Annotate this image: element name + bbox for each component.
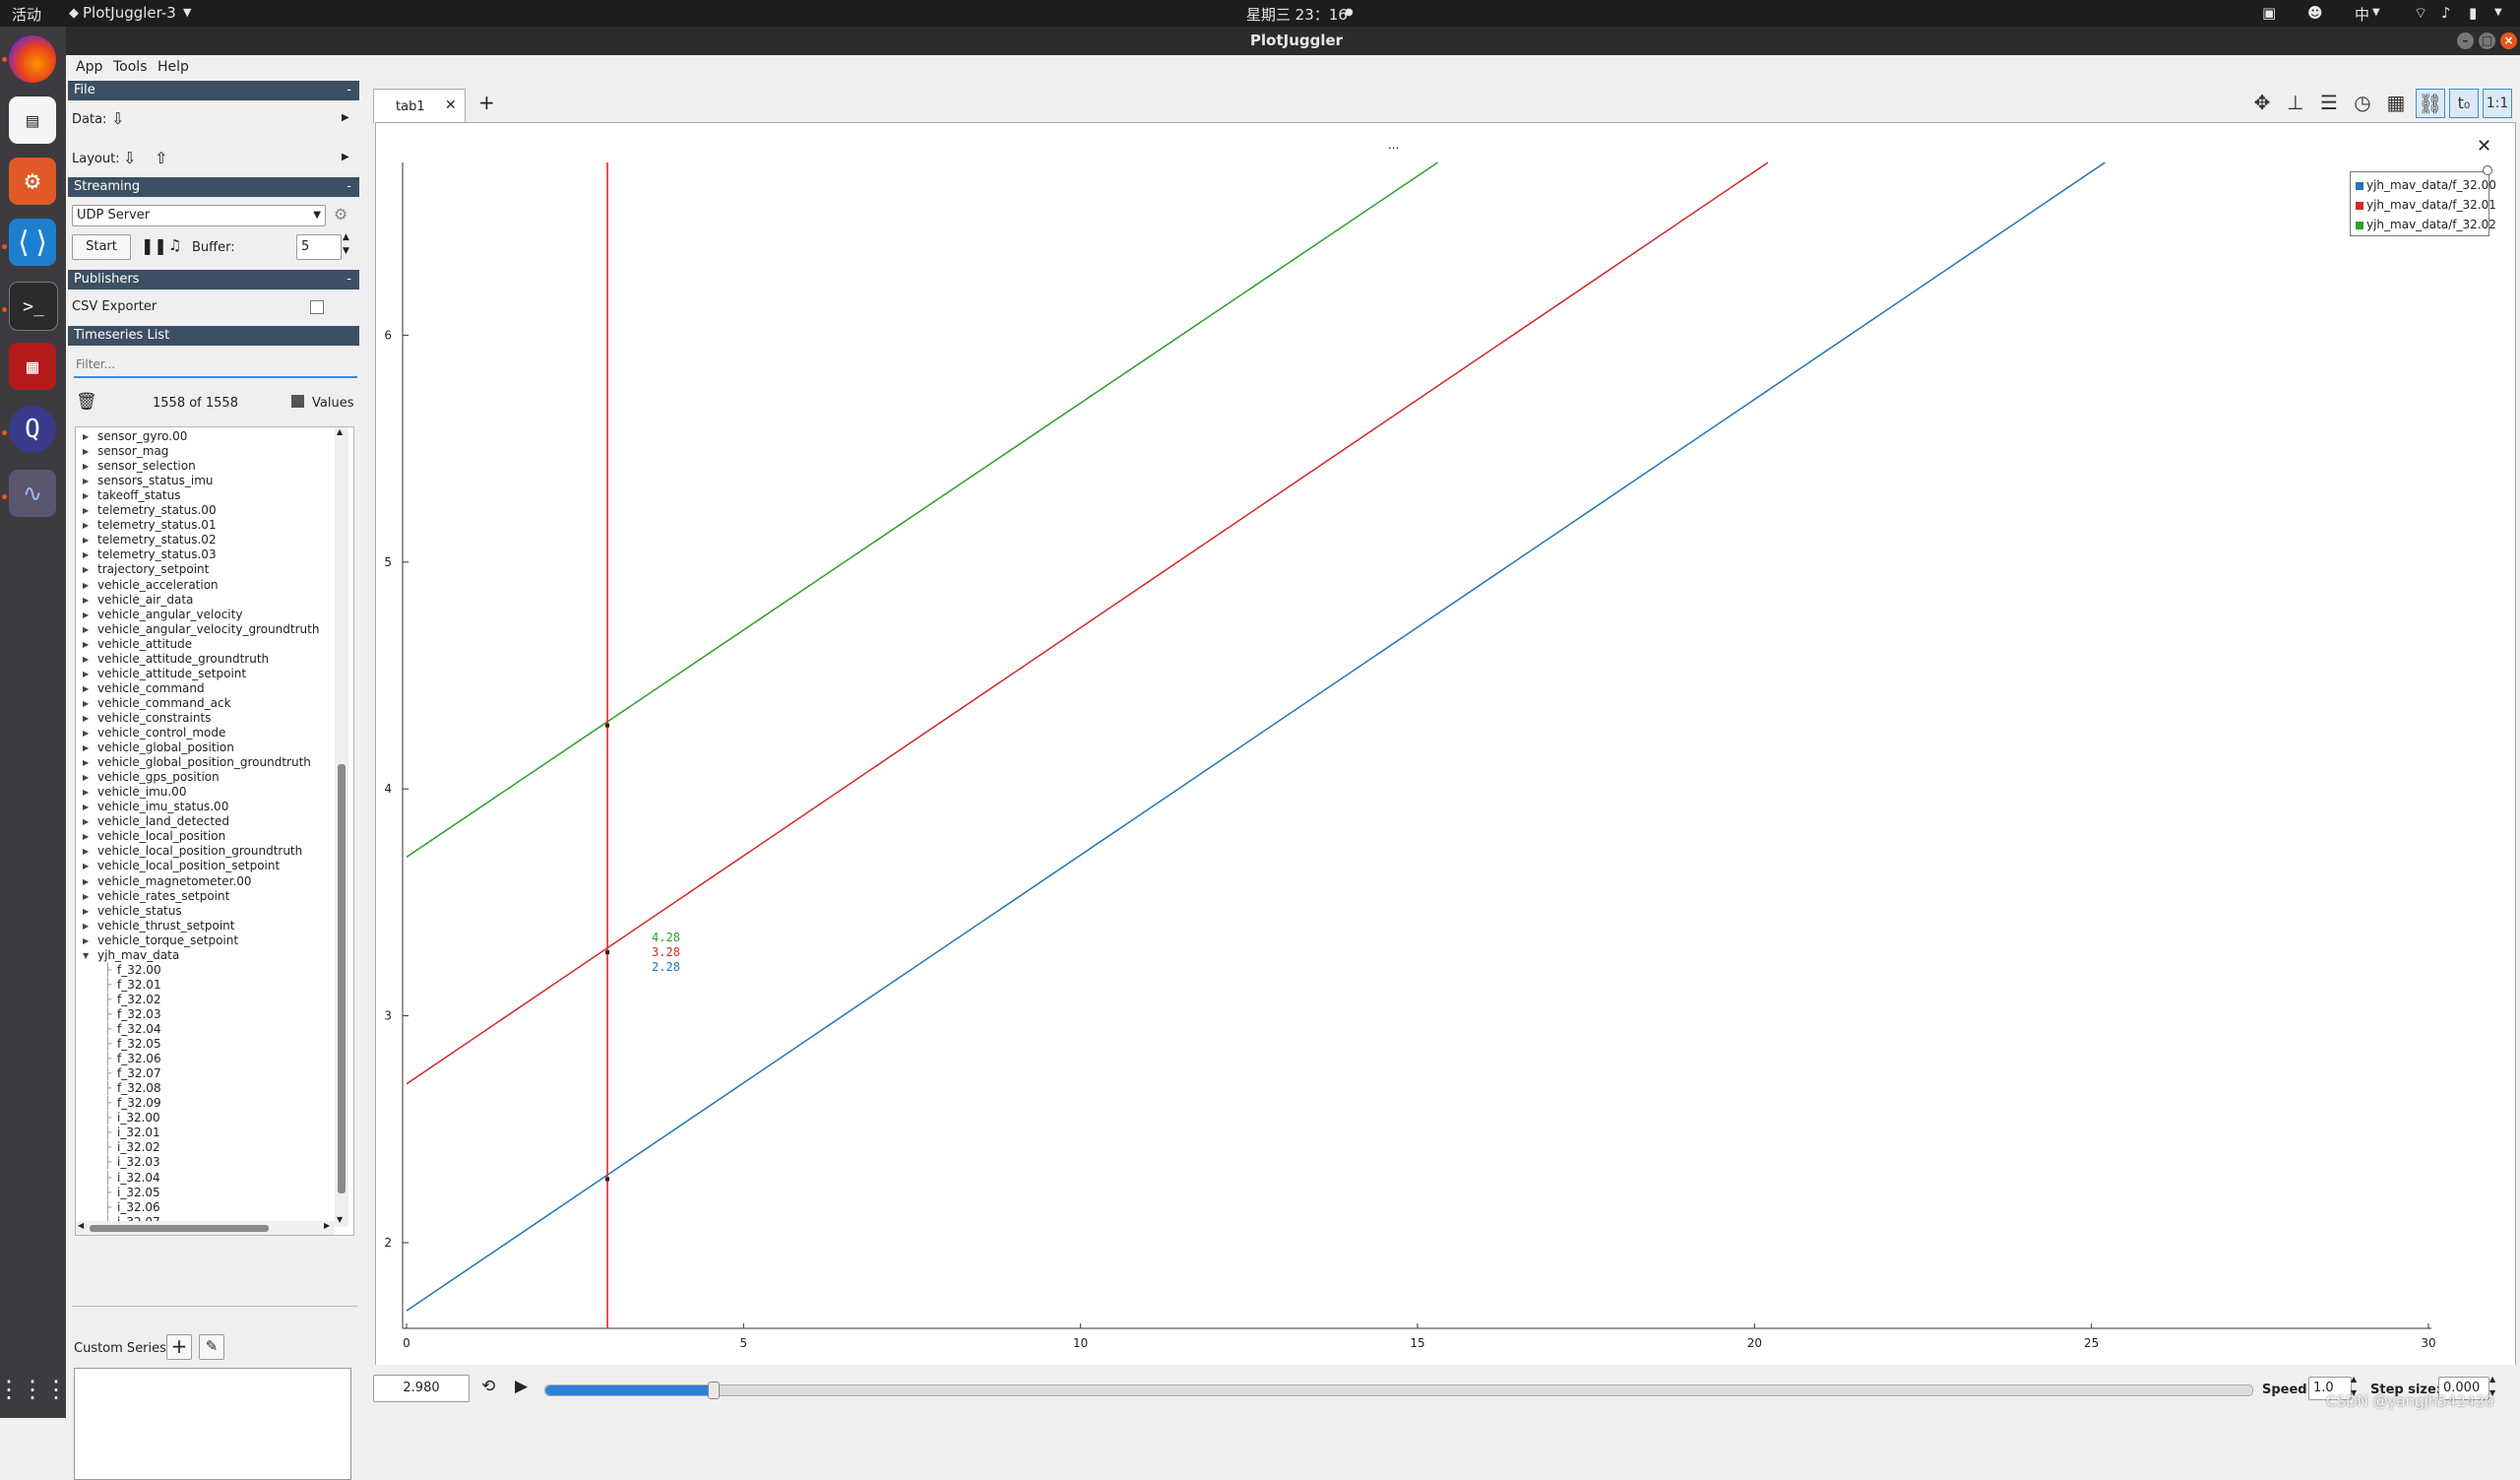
legend-item[interactable]: yjh_mav_data/f_32.02: [2356, 218, 2496, 231]
series-lines: [406, 161, 2106, 1312]
time-slider-handle[interactable]: [707, 1382, 720, 1399]
series-line: [406, 161, 2106, 1312]
tracker-point: [605, 950, 610, 955]
spin-up-icon[interactable]: ▲: [2351, 1375, 2357, 1383]
tracker-point: [605, 723, 610, 728]
line-chart[interactable]: 0 5 10 15 20 25 30 2 3 4 5 6 4.283.282.28: [0, 0, 2520, 1418]
legend-label: yjh_mav_data/f_32.00: [2366, 178, 2496, 192]
legend-swatch: [2356, 221, 2363, 229]
x-tick-label: 15: [1410, 1336, 1424, 1350]
legend-swatch: [2356, 201, 2363, 210]
spin-up-icon[interactable]: ▲: [2489, 1375, 2495, 1383]
series-line: [406, 161, 1769, 1085]
playback-bar: 2.980 ⟲ ▶ Speed: 1.0 ▲ ▼ Step size: 0.00…: [361, 1365, 2520, 1418]
legend-handle-icon[interactable]: [2483, 165, 2492, 175]
x-tick-label: 0: [403, 1336, 410, 1350]
x-tick-label: 10: [1073, 1336, 1088, 1350]
legend-label: yjh_mav_data/f_32.02: [2366, 218, 2496, 231]
legend-label: yjh_mav_data/f_32.01: [2366, 198, 2496, 212]
watermark: CSDN @yangjh542420: [2326, 1392, 2494, 1410]
legend-item[interactable]: yjh_mav_data/f_32.01: [2356, 198, 2496, 212]
axes: 0 5 10 15 20 25 30 2 3 4 5 6: [384, 162, 2436, 1350]
legend-item[interactable]: yjh_mav_data/f_32.00: [2356, 178, 2496, 192]
time-slider-fill: [545, 1385, 713, 1395]
y-tick-label: 5: [384, 555, 392, 569]
speed-label: Speed:: [2262, 1383, 2312, 1397]
time-value-field[interactable]: 2.980: [373, 1375, 470, 1402]
x-tick-label: 25: [2084, 1336, 2099, 1350]
loop-icon[interactable]: ⟲: [481, 1377, 495, 1396]
x-tick-label: 20: [1747, 1336, 1762, 1350]
tracker-value-label: 4.28: [652, 931, 680, 944]
series-line: [406, 161, 1438, 858]
y-tick-label: 2: [384, 1236, 392, 1250]
y-tick-label: 3: [384, 1009, 392, 1023]
time-slider-track[interactable]: [544, 1382, 2253, 1399]
tracker-value-label: 3.28: [652, 945, 680, 959]
y-tick-label: 4: [384, 782, 392, 796]
x-tick-label: 5: [740, 1336, 748, 1350]
tracker: 4.283.282.28: [605, 162, 680, 1328]
legend-swatch: [2356, 181, 2363, 190]
tracker-value-label: 2.28: [652, 960, 680, 974]
tracker-point: [605, 1177, 610, 1182]
x-tick-label: 30: [2421, 1336, 2435, 1350]
legend[interactable]: yjh_mav_data/f_32.00 yjh_mav_data/f_32.01…: [2350, 171, 2496, 236]
y-tick-label: 6: [384, 328, 392, 342]
play-icon[interactable]: ▶: [515, 1377, 528, 1396]
